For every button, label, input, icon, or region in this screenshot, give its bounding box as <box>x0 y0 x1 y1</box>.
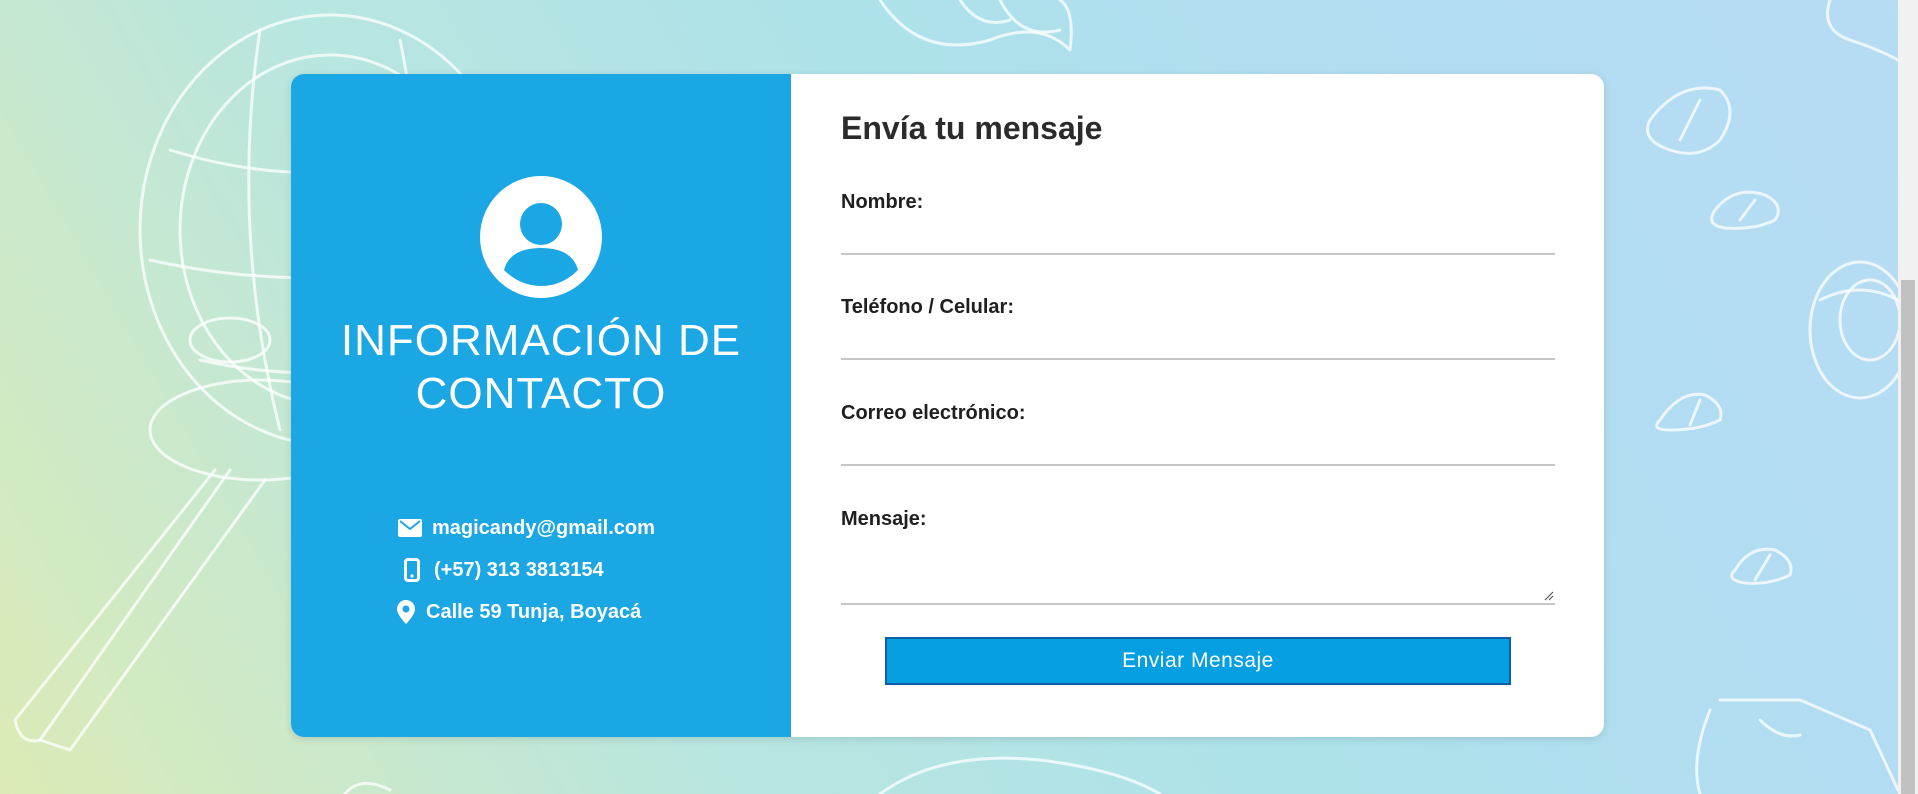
name-input[interactable] <box>841 219 1555 255</box>
contact-card: INFORMACIÓN DE CONTACTO magicandy@gmail.… <box>291 74 1604 737</box>
scrollbar-thumb[interactable] <box>1901 280 1915 794</box>
message-textarea[interactable] <box>841 541 1555 605</box>
contact-details-list: magicandy@gmail.com (+57) 313 3813154 Ca… <box>396 507 736 633</box>
page-scrollbar[interactable] <box>1898 0 1918 794</box>
form-title: Envía tu mensaje <box>841 110 1103 146</box>
contact-email: magicandy@gmail.com <box>396 507 736 549</box>
mobile-phone-icon <box>398 558 426 582</box>
message-form: Envía tu mensaje Nombre: Teléfono / Celu… <box>791 74 1604 737</box>
contact-phone-text: (+57) 313 3813154 <box>434 558 604 581</box>
user-avatar-icon <box>480 176 602 298</box>
email-input[interactable] <box>841 430 1555 466</box>
send-message-button[interactable]: Enviar Mensaje <box>885 637 1511 685</box>
phone-label: Teléfono / Celular: <box>841 296 1014 318</box>
page-background: INFORMACIÓN DE CONTACTO magicandy@gmail.… <box>0 0 1918 794</box>
contact-phone: (+57) 313 3813154 <box>396 549 736 591</box>
contact-info-title: INFORMACIÓN DE CONTACTO <box>340 316 742 418</box>
message-label: Mensaje: <box>841 508 927 530</box>
envelope-icon <box>396 519 424 537</box>
textarea-resize-handle-icon[interactable] <box>1544 591 1554 601</box>
name-label: Nombre: <box>841 191 924 213</box>
contact-email-text: magicandy@gmail.com <box>432 516 655 539</box>
phone-input[interactable] <box>841 324 1555 360</box>
contact-info-panel: INFORMACIÓN DE CONTACTO magicandy@gmail.… <box>291 74 791 737</box>
contact-address-text: Calle 59 Tunja, Boyacá <box>426 600 642 623</box>
map-pin-icon <box>396 600 416 624</box>
email-label: Correo electrónico: <box>841 402 1026 424</box>
contact-address: Calle 59 Tunja, Boyacá <box>396 591 736 633</box>
